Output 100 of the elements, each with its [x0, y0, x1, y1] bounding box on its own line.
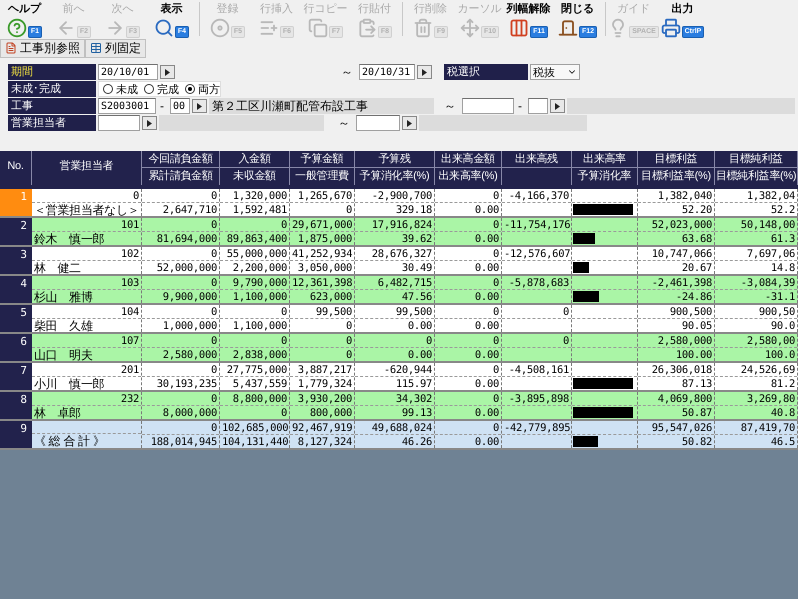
table-cell: 1,320,000 [220, 189, 289, 203]
column-header: 予算金額 [300, 152, 344, 167]
table-icon [90, 42, 102, 54]
tool-button[interactable]: 工事別参照 [0, 38, 85, 58]
radio-option[interactable]: 未成 [103, 82, 138, 96]
column-header: 未収金額 [232, 168, 277, 184]
table-row[interactable]: 2 101 鈴木 慎一郎 0 81,694,000 0 89,863,400 29,671,000 1,875,000 17,916,824 39.62 0 0.00 -11,754,176 52,023,000 63.68 50,148,00 61.3 [0, 218, 798, 247]
lookup-button[interactable] [417, 65, 432, 79]
table-cell: 3,887,217 [290, 363, 354, 377]
table-cell: 0 [502, 334, 571, 348]
row-number: 1 [0, 189, 32, 216]
table-cell-text: 14.8 [770, 261, 796, 275]
table-cell-text: 林 健二 [33, 261, 82, 275]
code-field[interactable]: S2003001 [98, 98, 156, 114]
table-cell-text: 1,592,481 [232, 203, 288, 217]
tool-button[interactable]: 列固定 [85, 38, 146, 58]
table-cell-text: -31.1 [764, 290, 796, 304]
field-label: 税選択 [444, 64, 528, 80]
table-cell: 0 [435, 392, 501, 406]
table-cell: 102 [32, 247, 141, 261]
code-field[interactable]: 00 [170, 98, 190, 114]
table-cell: 3,269,80 [715, 392, 797, 406]
table-cell: 10,747,066 [638, 247, 714, 261]
search-icon [154, 18, 174, 38]
table-cell: 50,148,00 [715, 218, 797, 232]
table-row[interactable]: 3 102 林 健二 0 52,000,000 55,000,000 2,200,000 41,252,934 3,050,000 28,676,327 30.49 0 0.00 -12,576,607 10,747,066 20.67 7,697,06 14.8 [0, 247, 798, 276]
table-cell-text: 99.13 [400, 406, 433, 420]
table-cell-text: 0.00 [474, 377, 500, 391]
lookup-button[interactable] [160, 65, 175, 79]
table-cell: 4,069,800 [638, 392, 714, 406]
table-cell: 0 [355, 334, 434, 348]
table-cell: 87,419,70 [715, 421, 797, 435]
table-cell: 0 [142, 276, 219, 290]
table-cell-text: 0 [344, 203, 353, 217]
table-cell: 0 [32, 189, 141, 203]
row-number: 4 [0, 276, 32, 303]
table-cell: 17,916,824 [355, 218, 434, 232]
lookup-button[interactable] [142, 116, 157, 130]
table-row[interactable]: 5 104 柴田 久雄 0 1,000,000 0 1,100,000 99,500 0 99,500 0.00 0 0.00 0 900,500 90.05 900,50 90.0 [0, 305, 798, 334]
lookup-button[interactable] [402, 116, 417, 130]
table-cell: 27,775,000 [220, 363, 289, 377]
radio-option[interactable]: 両方 [185, 82, 220, 96]
columns-icon [509, 18, 530, 38]
table-cell-text: 188,014,945 [150, 435, 218, 449]
date-field[interactable]: 20/10/01 [98, 64, 158, 80]
table-cell: 0 [435, 247, 501, 261]
table-cell-text: 115.97 [394, 377, 433, 391]
table-cell-text: 杉山 雅博 [33, 290, 94, 304]
column-header: 予算残 [377, 152, 412, 167]
table-cell: 9,790,000 [220, 276, 289, 290]
table-cell-text: 8,127,324 [296, 435, 353, 449]
table-row[interactable]: 7 201 小川 慎一郎 0 30,193,235 27,775,000 5,437,559 3,887,217 1,779,324 -620,944 115.97 0 0.00 -4,508,161 26,306,018 87.13 24,526,69 81.2 [0, 363, 798, 392]
table-cell-text: 800,000 [308, 406, 353, 420]
table-cell: 232 [32, 392, 141, 406]
code-field[interactable] [98, 115, 140, 131]
column-header: 出来高金額 [440, 152, 496, 167]
table-cell: 103 [32, 276, 141, 290]
code-field[interactable] [356, 115, 400, 131]
table-row[interactable]: 4 103 杉山 雅博 0 9,900,000 9,790,000 1,100,000 12,361,398 623,000 6,482,715 47.56 0 0.00 -5,878,683 -2,461,398 -24.86 -3,084,39 -31.1 [0, 276, 798, 305]
table-cell-text: 1,779,324 [296, 377, 353, 391]
table-cell: 8,800,000 [220, 392, 289, 406]
table-cell-text: 329.18 [394, 203, 433, 217]
table-cell: 0 [435, 334, 501, 348]
table-cell: 0 [142, 334, 219, 348]
dash-mark: - [160, 99, 164, 113]
table-row[interactable]: 9 《 総 合 計 》 0 188,014,945 102,685,000 104,131,440 92,467,919 8,127,324 49,688,024 46.26 0 0.00 -42,779,895 95,547,026 50.82 87,419,70 46.5 [0, 421, 798, 450]
table-cell: 0 [142, 247, 219, 261]
row-number: 9 [0, 421, 32, 448]
table-cell-text: 30,193,235 [156, 377, 218, 391]
select-field[interactable]: 税抜 [530, 64, 580, 80]
table-row[interactable]: 1 0 ＜営業担当者なし＞ 0 2,647,710 1,320,000 1,592,481 1,265,670 0 -2,900,700 329.18 0 0.00 -4,166,370 1,382,040 52.20 1,382,04 52.2 [0, 189, 798, 218]
table-cell-text: 0.00 [474, 406, 500, 420]
table-cell: 0 [435, 218, 501, 232]
printer-icon [660, 18, 681, 38]
table-cell: 99,500 [290, 305, 354, 319]
table-row[interactable]: 6 107 山口 明夫 0 2,580,000 0 2,838,000 0 0 0 0.00 0 0.00 0 2,580,000 100.00 2,580,00 100.0 [0, 334, 798, 363]
lookup-button[interactable] [550, 99, 565, 113]
table-cell: 7,697,06 [715, 247, 797, 261]
table-row[interactable]: 8 232 林 卓郎 0 8,000,000 8,800,000 0 3,930,200 800,000 34,302 99.13 0 0.00 -3,895,898 4,069,800 50.87 3,269,80 40.8 [0, 392, 798, 421]
disc-icon [210, 18, 230, 38]
range-mark: ～ [341, 64, 353, 80]
table-cell-text: 0.00 [474, 290, 500, 304]
code-field[interactable] [462, 98, 514, 114]
table-cell: 6,482,715 [355, 276, 434, 290]
table-cell-text: 39.62 [400, 232, 433, 246]
table-cell-text: 81,694,000 [156, 232, 218, 246]
table-cell-text: 47.56 [400, 290, 433, 304]
column-header: 目標利益率(%) [640, 168, 712, 184]
date-field[interactable]: 20/10/31 [359, 64, 415, 80]
row-number: 6 [0, 334, 32, 361]
table-cell-text: 89,863,400 [226, 232, 288, 246]
radio-option[interactable]: 完成 [144, 82, 179, 96]
document-icon [5, 42, 17, 54]
code-field[interactable] [528, 98, 548, 114]
table-cell: -2,461,398 [638, 276, 714, 290]
table-cell-text: 100.0 [764, 348, 796, 362]
table-cell-text: 0.00 [474, 319, 500, 333]
table-cell-text: 0 [280, 406, 288, 420]
lookup-button[interactable] [192, 99, 207, 113]
table-cell: 41,252,934 [290, 247, 354, 261]
